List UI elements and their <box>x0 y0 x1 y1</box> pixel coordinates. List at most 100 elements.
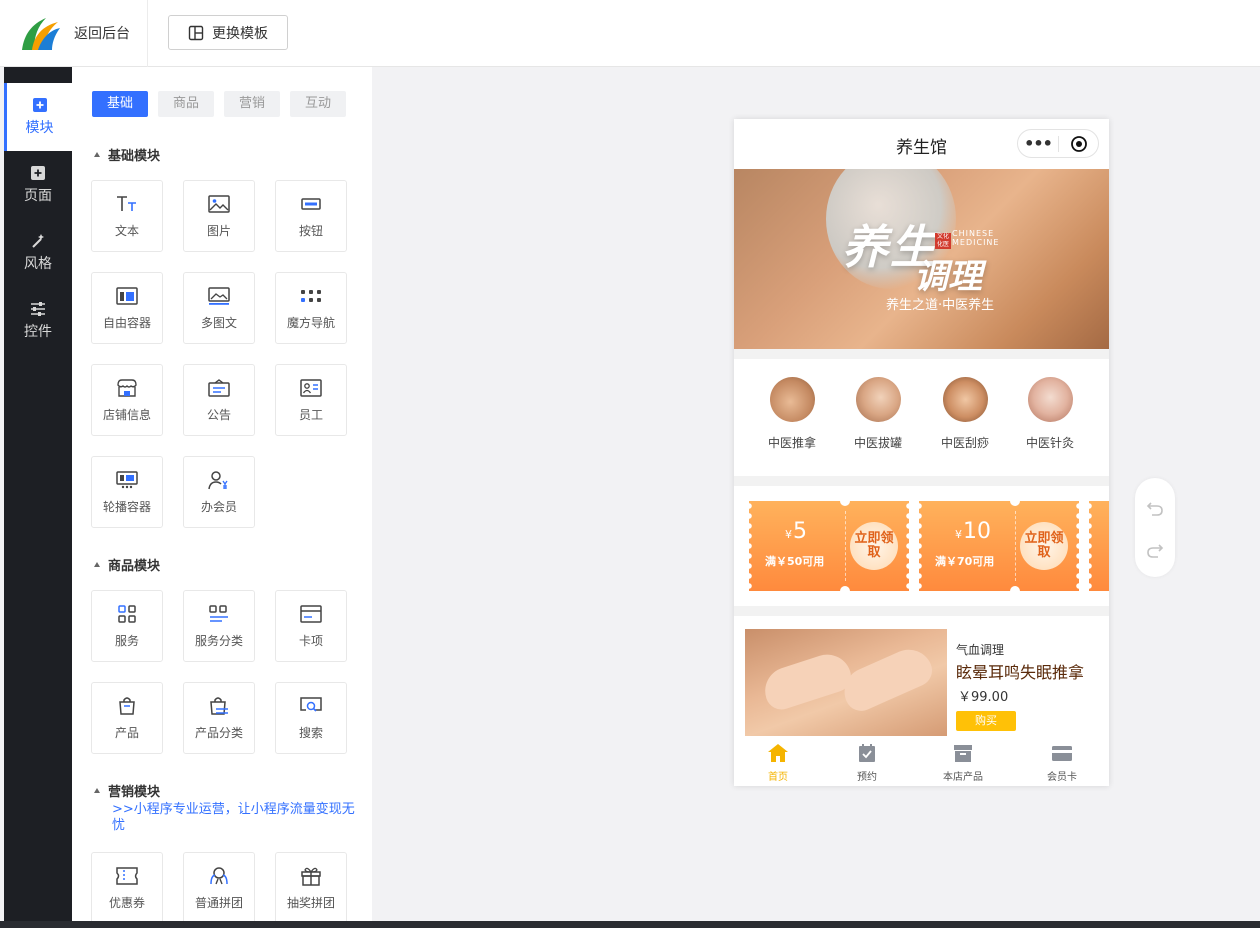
search-icon <box>300 696 322 716</box>
module-service-category[interactable]: 服务分类 <box>183 590 255 662</box>
more-dots-icon[interactable]: ••• <box>1018 135 1058 151</box>
gift-icon <box>300 866 322 886</box>
calendar-check-icon <box>827 742 907 764</box>
module-label: 抽奖拼团 <box>286 895 335 910</box>
category-label: 中医针灸 <box>1025 436 1074 450</box>
nav-item-pages[interactable]: 页面 <box>4 151 72 219</box>
section-title-goods[interactable]: 商品模块 <box>94 555 160 574</box>
marketing-promo-link[interactable]: >>小程序专业运营，让小程序流量变现无忧 <box>112 802 360 834</box>
category-image <box>855 377 901 422</box>
coupon-card-partial[interactable] <box>1086 501 1109 591</box>
module-label: 多图文 <box>200 315 237 330</box>
module-service[interactable]: 服务 <box>91 590 163 662</box>
coupon-condition: 满￥70可用 <box>935 555 995 568</box>
tab-interaction[interactable]: 互动 <box>290 91 346 117</box>
module-label: 文本 <box>114 223 139 238</box>
grid-dots-icon <box>300 286 322 306</box>
nav-item-label: 控件 <box>24 324 52 340</box>
coupon-divider <box>845 511 846 581</box>
phone-preview: 养生馆 ••• 养生 调理 文化 化医 CHINESE MEDICINE 养生之… <box>734 119 1109 786</box>
product-card[interactable]: 气血调理 眩晕耳鸣失眠推拿 ￥99.00 购买 <box>734 616 1109 736</box>
buy-button[interactable]: 购买 <box>956 711 1016 731</box>
module-magic-nav[interactable]: 魔方导航 <box>275 272 347 344</box>
coupon-card[interactable]: ¥5 满￥50可用 立即领取 <box>746 496 912 596</box>
bag-category-icon <box>208 696 230 716</box>
tabbar-item-member-card[interactable]: 会员卡 <box>1022 742 1102 783</box>
module-product-category[interactable]: 产品分类 <box>183 682 255 754</box>
nav-item-label: 页面 <box>24 188 52 204</box>
module-label: 魔方导航 <box>286 315 335 330</box>
undo-icon[interactable] <box>1145 498 1165 518</box>
module-label: 图片 <box>206 223 231 238</box>
button-icon <box>300 194 322 214</box>
module-store-info[interactable]: 店铺信息 <box>91 364 163 436</box>
module-notice[interactable]: 公告 <box>183 364 255 436</box>
module-label: 自由容器 <box>102 315 151 330</box>
module-membership[interactable]: 办会员 <box>183 456 255 528</box>
redo-icon[interactable] <box>1145 540 1165 560</box>
tabbar-label: 本店产品 <box>943 772 983 783</box>
component-panel: 基础 商品 营销 互动 基础模块 文本 图片 按钮 自由容器 多图文 魔方导航 … <box>72 67 372 921</box>
close-target-icon[interactable] <box>1059 135 1098 153</box>
coupon-condition: 满￥50可用 <box>765 555 825 568</box>
card-icon <box>300 604 322 624</box>
coupon-claim-button[interactable]: 立即领取 <box>1020 522 1068 570</box>
category-item[interactable]: 中医刮痧 <box>930 377 1000 451</box>
tabbar-item-home[interactable]: 首页 <box>738 742 818 783</box>
tabbar-item-store-products[interactable]: 本店产品 <box>923 742 1003 783</box>
module-card-item[interactable]: 卡项 <box>275 590 347 662</box>
module-product[interactable]: 产品 <box>91 682 163 754</box>
tabbar-label: 会员卡 <box>1047 772 1077 783</box>
hero-banner[interactable]: 养生 调理 文化 化医 CHINESE MEDICINE 养生之道·中医养生 <box>734 169 1109 349</box>
taskbar-strip <box>0 921 1260 928</box>
coupon-card[interactable]: ¥10 满￥70可用 立即领取 <box>916 496 1082 596</box>
tab-marketing[interactable]: 营销 <box>224 91 280 117</box>
plus-square-icon <box>32 97 48 113</box>
tab-goods[interactable]: 商品 <box>158 91 214 117</box>
notice-icon <box>208 378 230 398</box>
module-button[interactable]: 按钮 <box>275 180 347 252</box>
module-staff[interactable]: 员工 <box>275 364 347 436</box>
coupon-notch <box>840 586 850 596</box>
module-image[interactable]: 图片 <box>183 180 255 252</box>
module-multi-image-text[interactable]: 多图文 <box>183 272 255 344</box>
module-text[interactable]: 文本 <box>91 180 163 252</box>
module-label: 卡项 <box>298 633 323 648</box>
module-carousel-container[interactable]: 轮播容器 <box>91 456 163 528</box>
box-icon <box>923 742 1003 764</box>
section-gap <box>734 606 1109 616</box>
tab-basic[interactable]: 基础 <box>92 91 148 117</box>
staff-card-icon <box>300 378 322 398</box>
tabbar-item-booking[interactable]: 预约 <box>827 742 907 783</box>
collapse-triangle-icon <box>94 788 100 793</box>
category-label: 中医刮痧 <box>940 436 989 450</box>
divider <box>147 0 148 67</box>
section-title-marketing[interactable]: 营销模块 <box>94 781 160 800</box>
category-item[interactable]: 中医拔罐 <box>843 377 913 451</box>
nav-item-controls[interactable]: 控件 <box>4 287 72 355</box>
product-price: ￥99.00 <box>958 690 1009 705</box>
change-template-button[interactable]: 更换模板 <box>168 15 288 50</box>
section-title-basic[interactable]: 基础模块 <box>94 145 160 164</box>
category-label: 中医拔罐 <box>853 436 902 450</box>
category-item[interactable]: 中医推拿 <box>757 377 827 451</box>
section-title-text: 基础模块 <box>108 149 161 164</box>
magic-wand-icon <box>30 233 46 249</box>
module-free-container[interactable]: 自由容器 <box>91 272 163 344</box>
module-lottery-group[interactable]: 抽奖拼团 <box>275 852 347 921</box>
nav-item-label: 模块 <box>25 120 54 136</box>
coupon-claim-button[interactable]: 立即领取 <box>850 522 898 570</box>
module-coupon[interactable]: 优惠券 <box>91 852 163 921</box>
module-group-buy[interactable]: 普通拼团 <box>183 852 255 921</box>
nav-item-style[interactable]: 风格 <box>4 219 72 287</box>
back-to-admin-link[interactable]: 返回后台 <box>74 23 130 43</box>
coupon-notch <box>1010 586 1020 596</box>
product-name: 眩晕耳鸣失眠推拿 <box>956 663 1085 682</box>
section-gap <box>734 476 1109 486</box>
module-label: 产品 <box>114 725 139 740</box>
category-item[interactable]: 中医针灸 <box>1015 377 1085 451</box>
coupon-edge <box>746 501 752 591</box>
module-search[interactable]: 搜索 <box>275 682 347 754</box>
nav-item-modules[interactable]: 模块 <box>4 83 72 151</box>
product-tag: 气血调理 <box>956 643 1005 657</box>
